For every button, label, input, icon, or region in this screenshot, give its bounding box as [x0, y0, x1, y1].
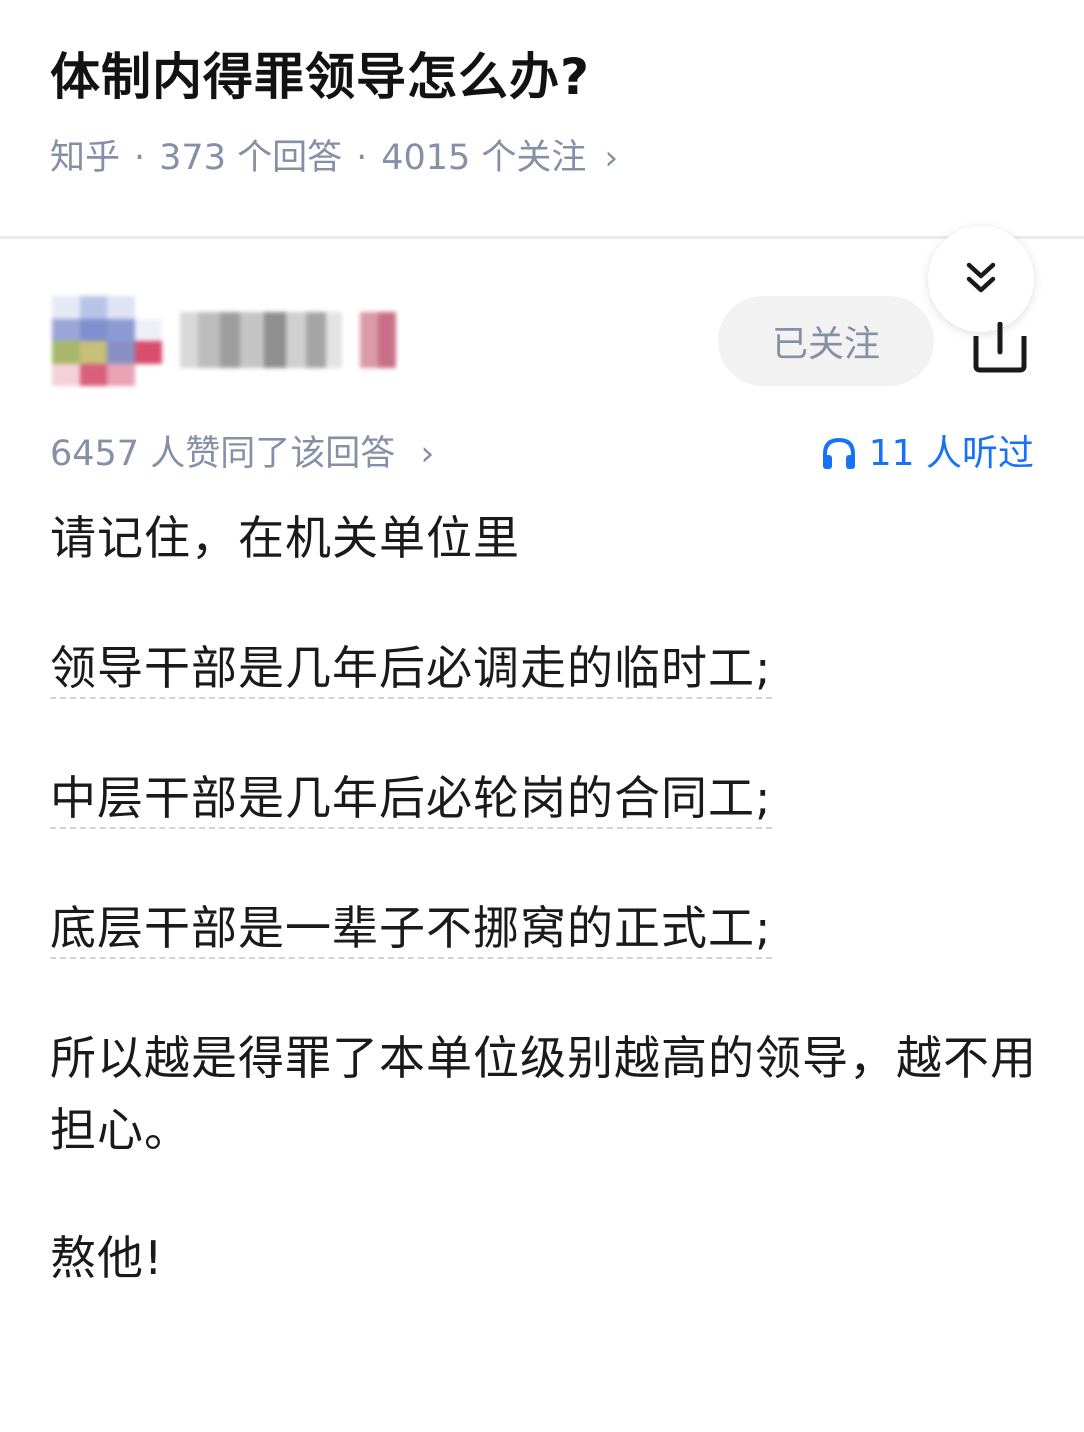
- double-chevron-down-icon: [966, 262, 996, 293]
- chevron-right-icon: ›: [604, 138, 619, 178]
- answer-paragraph: 中层干部是几年后必轮岗的合同工;: [50, 762, 772, 834]
- highlighted-text[interactable]: 领导干部是几年后必调走的临时工;: [50, 641, 772, 699]
- answer-paragraph: 底层干部是一辈子不挪窝的正式工;: [50, 892, 772, 964]
- highlighted-text[interactable]: 中层干部是几年后必轮岗的合同工;: [50, 771, 772, 829]
- answer-paragraph: 熬他!: [50, 1231, 164, 1285]
- avatar[interactable]: [52, 296, 162, 386]
- highlighted-text[interactable]: 底层干部是一辈子不挪窝的正式工;: [50, 901, 772, 959]
- collapse-button[interactable]: [928, 226, 1034, 332]
- headphones-icon: [822, 437, 855, 469]
- answer-paragraph: 所以越是得罪了本单位级别越高的领导，越不用担心。: [50, 1031, 1037, 1157]
- header-divider: [0, 236, 1084, 239]
- answer-count: 373 个回答: [159, 138, 343, 178]
- share-icon[interactable]: [970, 322, 1030, 374]
- follow-button[interactable]: 已关注: [718, 296, 934, 386]
- listen-count: 11 人听过: [868, 433, 1034, 474]
- question-title[interactable]: 体制内得罪领导怎么办?: [50, 40, 590, 114]
- source-label: 知乎: [50, 138, 121, 178]
- meta-separator: ·: [356, 138, 368, 178]
- answer-paragraph: 领导干部是几年后必调走的临时工;: [50, 632, 772, 704]
- listen-button[interactable]: 11 人听过: [821, 430, 1034, 478]
- upvote-summary[interactable]: 6457 人赞同了该回答 ›: [50, 430, 434, 478]
- meta-separator: ·: [134, 138, 146, 178]
- question-meta[interactable]: 知乎 · 373 个回答 · 4015 个关注 ›: [50, 134, 618, 182]
- chevron-right-icon: ›: [420, 434, 435, 474]
- upvote-text: 6457 人赞同了该回答: [50, 434, 396, 474]
- follow-count: 4015 个关注: [381, 138, 587, 178]
- author-name[interactable]: [180, 312, 396, 368]
- answer-paragraph: 请记住，在机关单位里: [50, 511, 520, 565]
